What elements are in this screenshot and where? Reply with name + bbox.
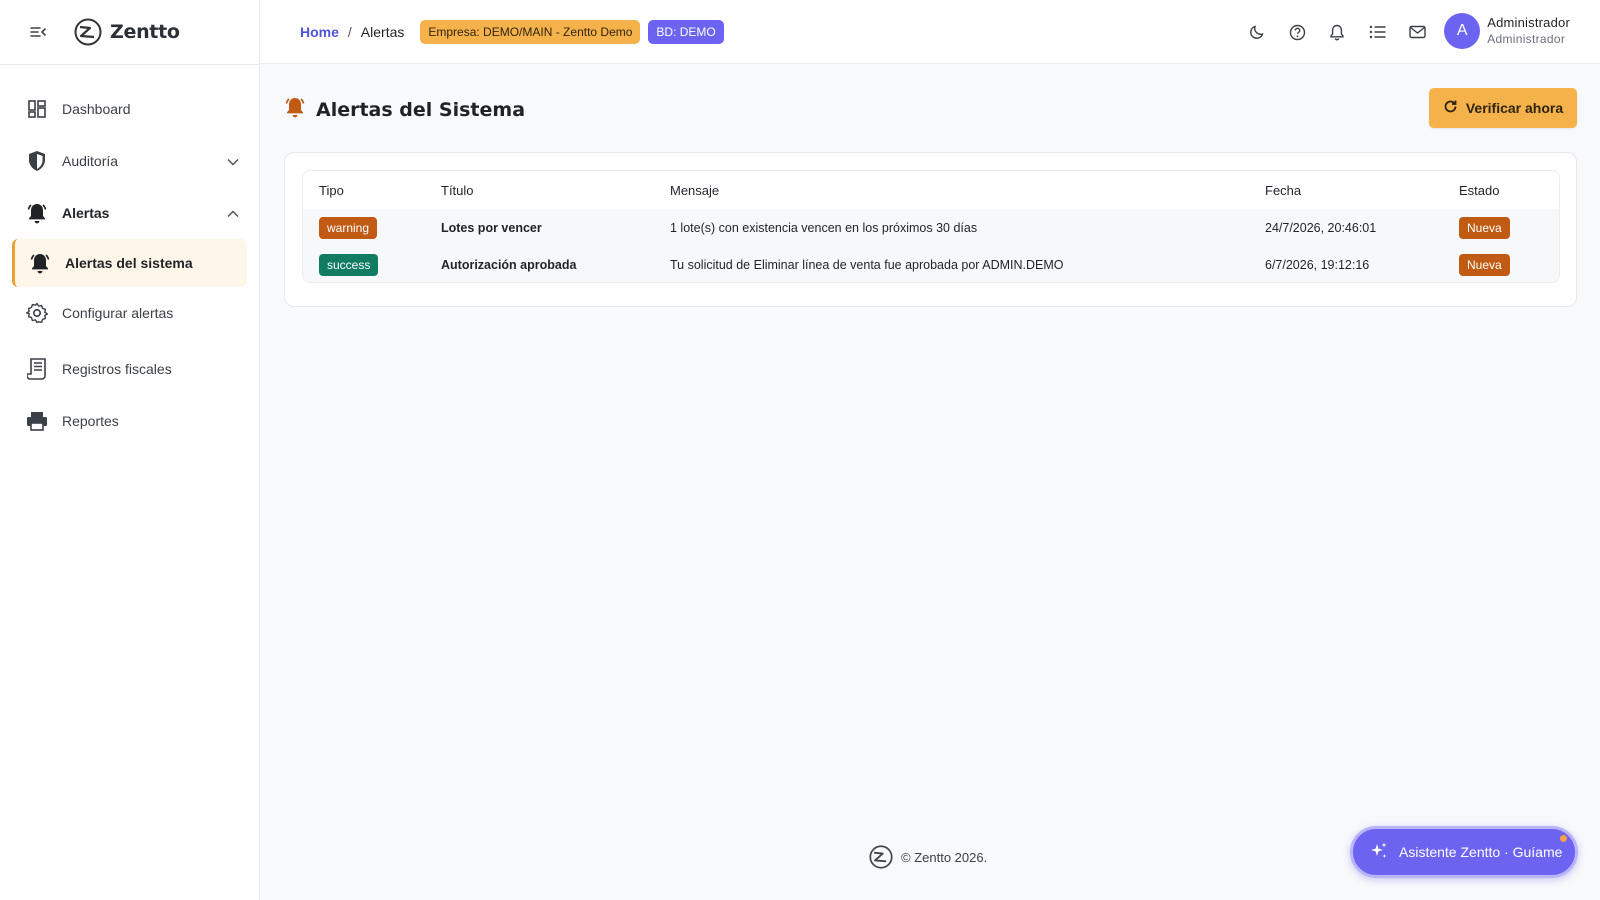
column-header-fecha[interactable]: Fecha xyxy=(1249,171,1443,209)
sidebar-item-label: Configurar alertas xyxy=(62,305,174,321)
menu-collapse-icon[interactable] xyxy=(28,22,48,42)
breadcrumb-separator: / xyxy=(347,23,352,40)
user-menu[interactable]: A Administrador Administrador xyxy=(1444,13,1570,49)
bell-ringing-icon xyxy=(29,252,51,274)
sidebar-item-reportes[interactable]: Reportes xyxy=(0,395,259,447)
help-icon[interactable] xyxy=(1286,21,1308,43)
brand-name: Zentto xyxy=(110,21,180,43)
receipt-icon xyxy=(26,358,48,380)
alerts-card: Tipo Título Mensaje Fecha Estado warning… xyxy=(284,152,1577,307)
chevron-down-icon xyxy=(227,153,239,169)
sidebar-nav: Dashboard Auditoría Alertas Alertas del … xyxy=(0,65,259,447)
sidebar-item-registros-fiscales[interactable]: Registros fiscales xyxy=(0,343,259,395)
alert-date: 6/7/2026, 19:12:16 xyxy=(1249,246,1443,282)
verify-now-button[interactable]: Verificar ahora xyxy=(1429,88,1577,128)
sidebar-item-auditoria[interactable]: Auditoría xyxy=(0,135,259,187)
verify-now-label: Verificar ahora xyxy=(1465,100,1564,116)
type-badge: warning xyxy=(319,216,378,239)
bell-ringing-icon xyxy=(26,202,48,224)
alert-title: Lotes por vencer xyxy=(425,209,654,246)
notification-dot xyxy=(1560,835,1567,842)
zentto-logo-icon xyxy=(869,845,893,869)
company-chip[interactable]: Empresa: DEMO/MAIN - Zentto Demo xyxy=(420,19,641,44)
user-info: Administrador Administrador xyxy=(1487,14,1570,48)
sparkles-icon xyxy=(1369,841,1389,864)
type-badge: success xyxy=(319,253,379,276)
column-header-estado[interactable]: Estado xyxy=(1443,171,1559,209)
footer: © Zentto 2026. xyxy=(869,845,987,869)
status-badge: Nueva xyxy=(1459,216,1510,239)
table-row[interactable]: success Autorización aprobada Tu solicit… xyxy=(303,246,1559,282)
sidebar-item-label: Registros fiscales xyxy=(62,361,172,377)
gear-icon xyxy=(26,302,48,324)
sidebar: Zentto Dashboard Auditoría Alertas Alert… xyxy=(0,0,260,900)
page-title: Alertas del Sistema xyxy=(316,98,526,121)
breadcrumb: Home / Alertas xyxy=(300,24,404,40)
alerts-table: Tipo Título Mensaje Fecha Estado warning… xyxy=(303,171,1559,282)
sidebar-item-label: Dashboard xyxy=(62,101,131,117)
mail-icon[interactable] xyxy=(1406,21,1428,43)
bell-ringing-icon xyxy=(284,96,306,123)
sidebar-item-label: Reportes xyxy=(62,413,119,429)
top-icons xyxy=(1228,21,1428,43)
table-header-row: Tipo Título Mensaje Fecha Estado xyxy=(303,171,1559,209)
brand-logo[interactable]: Zentto xyxy=(74,18,180,46)
alerts-table-wrapper: Tipo Título Mensaje Fecha Estado warning… xyxy=(302,170,1560,283)
breadcrumb-current: Alertas xyxy=(360,23,405,40)
sidebar-item-label: Alertas xyxy=(62,205,110,221)
column-header-mensaje[interactable]: Mensaje xyxy=(654,171,1249,209)
sidebar-header: Zentto xyxy=(0,0,259,65)
column-header-titulo[interactable]: Título xyxy=(425,171,654,209)
shield-icon xyxy=(26,150,48,172)
chevron-up-icon xyxy=(227,205,239,221)
refresh-icon xyxy=(1443,99,1458,117)
breadcrumb-home-link[interactable]: Home xyxy=(300,24,339,40)
sidebar-item-label: Alertas del sistema xyxy=(65,255,193,271)
alert-title: Autorización aprobada xyxy=(425,246,654,282)
sidebar-item-dashboard[interactable]: Dashboard xyxy=(0,83,259,135)
assistant-label: Asistente Zentto · Guíame xyxy=(1399,844,1563,860)
top-bar: Home / Alertas Empresa: DEMO/MAIN - Zent… xyxy=(260,0,1600,64)
sidebar-item-configurar-alertas[interactable]: Configurar alertas xyxy=(0,287,259,339)
alert-message: Tu solicitud de Eliminar línea de venta … xyxy=(654,246,1249,282)
assistant-button[interactable]: Asistente Zentto · Guíame xyxy=(1350,826,1578,878)
zentto-logo-icon xyxy=(74,18,102,46)
page-header: Alertas del Sistema xyxy=(284,96,525,123)
column-header-tipo[interactable]: Tipo xyxy=(303,171,425,209)
moon-icon[interactable] xyxy=(1246,21,1268,43)
sidebar-item-alertas[interactable]: Alertas xyxy=(0,187,259,239)
status-badge: Nueva xyxy=(1459,253,1510,276)
list-icon[interactable] xyxy=(1366,21,1388,43)
table-row[interactable]: warning Lotes por vencer 1 lote(s) con e… xyxy=(303,209,1559,246)
bell-icon[interactable] xyxy=(1326,21,1348,43)
printer-icon xyxy=(26,410,48,432)
avatar: A xyxy=(1444,13,1481,49)
user-name: Administrador xyxy=(1487,15,1570,30)
alert-date: 24/7/2026, 20:46:01 xyxy=(1249,209,1443,246)
dashboard-icon xyxy=(26,98,48,120)
user-role: Administrador xyxy=(1487,32,1566,46)
footer-copyright: © Zentto 2026. xyxy=(901,849,988,865)
sidebar-item-label: Auditoría xyxy=(62,153,119,169)
sidebar-item-alertas-sistema[interactable]: Alertas del sistema xyxy=(12,239,247,287)
alert-message: 1 lote(s) con existencia vencen en los p… xyxy=(654,209,1249,246)
database-chip[interactable]: BD: DEMO xyxy=(648,19,724,44)
